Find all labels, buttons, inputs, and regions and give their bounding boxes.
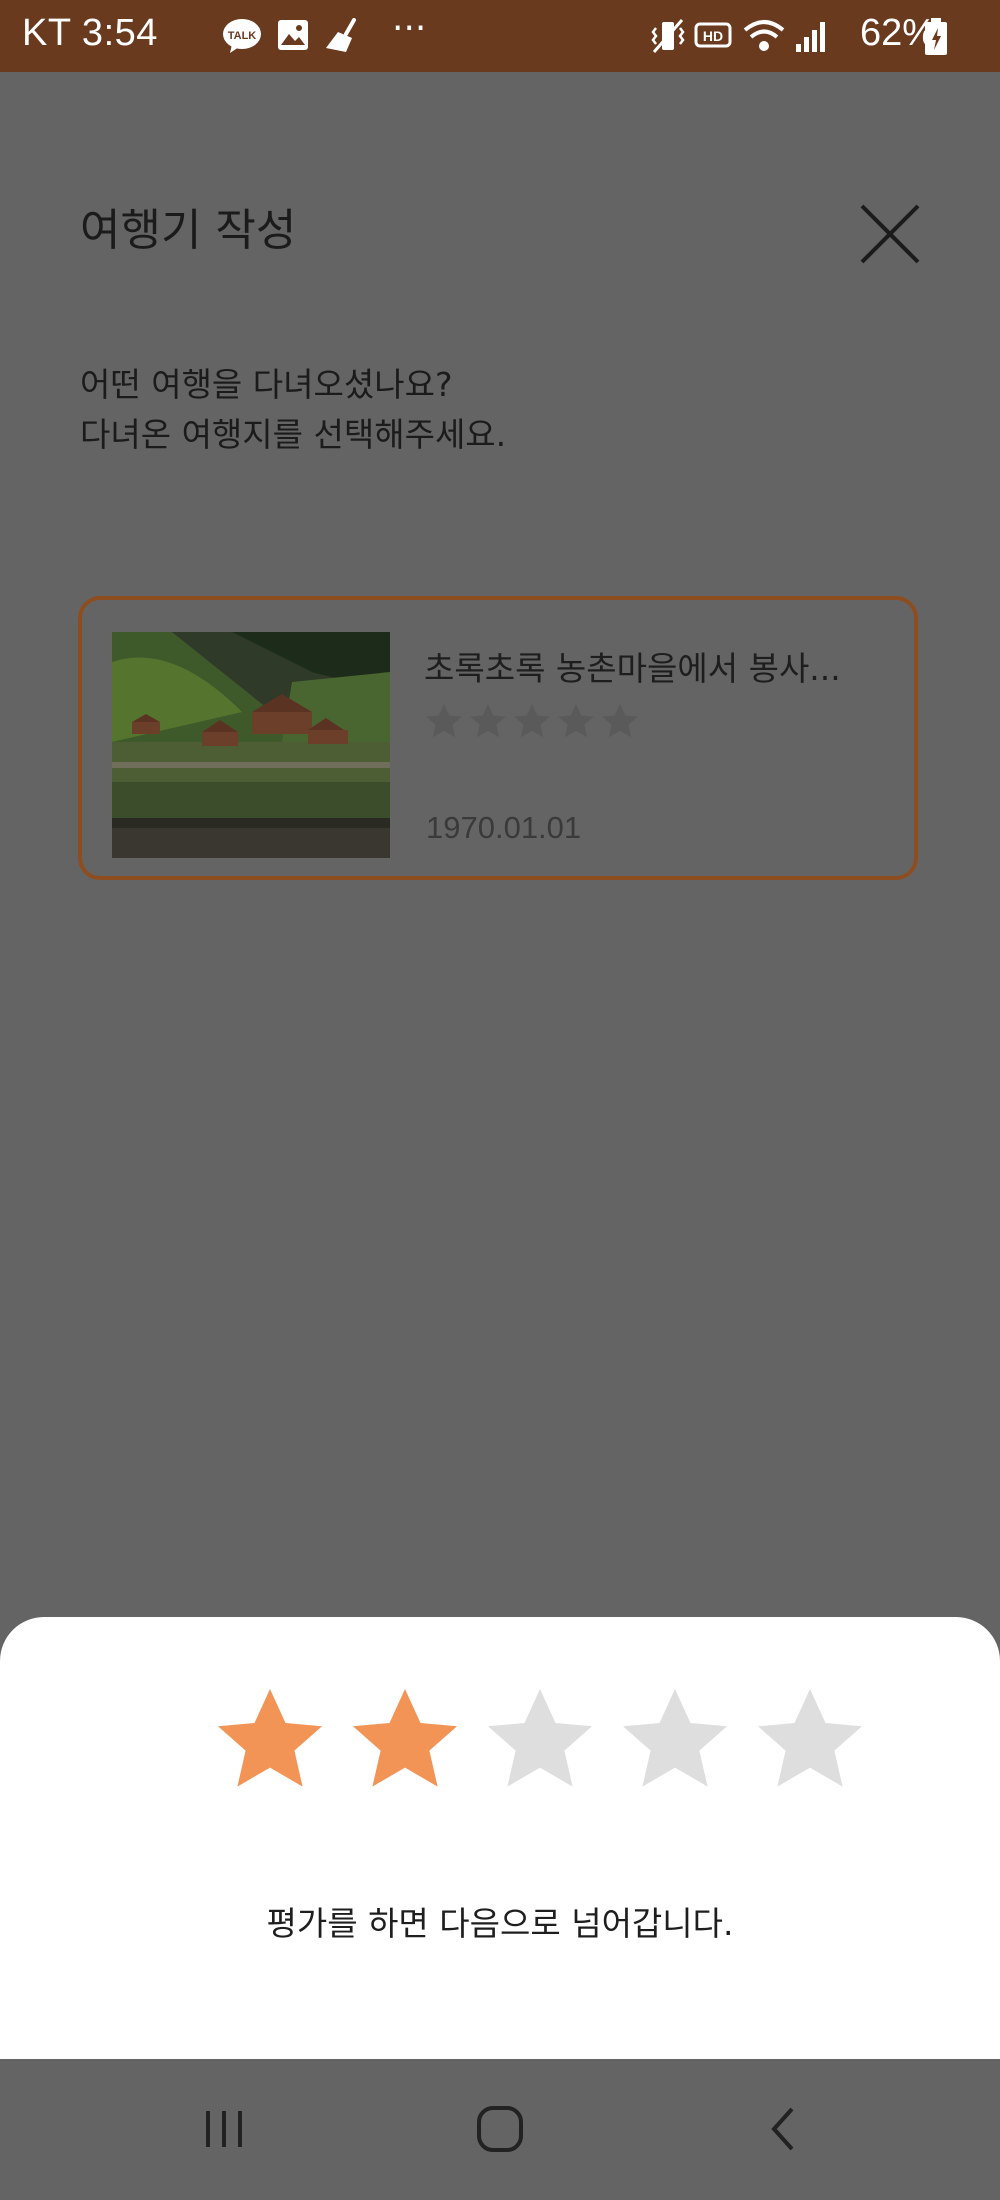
trip-date: 1970.01.01 xyxy=(426,810,582,845)
signal-icon xyxy=(796,22,825,52)
battery-icon xyxy=(925,18,947,55)
vibrate-icon xyxy=(651,19,685,53)
prompt-line-2: 다녀온 여행지를 선택해주세요. xyxy=(80,415,507,454)
rating-star-1[interactable] xyxy=(210,1685,330,1805)
more-notifications: ··· xyxy=(392,8,427,49)
rating-star-5[interactable] xyxy=(750,1685,870,1805)
back-icon[interactable] xyxy=(754,2099,814,2159)
rating-star-4[interactable] xyxy=(615,1685,735,1805)
trip-star-4 xyxy=(558,704,594,738)
trip-star-3 xyxy=(514,704,550,738)
wifi-icon xyxy=(743,20,785,51)
rating-star-2[interactable] xyxy=(345,1685,465,1805)
carrier-time: KT 3:54 xyxy=(22,12,158,54)
trip-log-page: 여행기 작성 어떤 여행을 다녀오셨나요? 다녀온 여행지를 선택해주세요. 초… xyxy=(0,72,1000,1617)
prompt-text: 어떤 여행을 다녀오셨나요? 다녀온 여행지를 선택해주세요. xyxy=(80,360,506,460)
recents-icon[interactable] xyxy=(194,2099,254,2159)
home-icon[interactable] xyxy=(470,2099,530,2159)
broom-icon xyxy=(326,18,356,52)
gallery-icon xyxy=(278,20,308,50)
page-title: 여행기 작성 xyxy=(80,205,297,256)
hd-voice-icon: HD xyxy=(694,22,732,48)
prompt-line-1: 어떤 여행을 다녀오셨나요? xyxy=(80,365,453,404)
rating-bottom-sheet: 평가를 하면 다음으로 넘어갑니다. xyxy=(0,1617,1000,2059)
trip-thumbnail xyxy=(112,632,390,858)
trip-star-5 xyxy=(602,704,638,738)
trip-card[interactable]: 초록초록 농촌마을에서 봉사... 1970.01.01 xyxy=(78,596,918,880)
talk-badge: TALK xyxy=(228,30,257,42)
close-icon[interactable] xyxy=(856,200,924,268)
status-bar: KT 3:54 TALK ··· HD 62% xyxy=(0,0,1000,72)
trip-star-2 xyxy=(470,704,506,738)
rating-star-3[interactable] xyxy=(480,1685,600,1805)
navigation-bar xyxy=(0,2059,1000,2200)
trip-rating-stars xyxy=(426,704,638,738)
rating-instruction: 평가를 하면 다음으로 넘어갑니다. xyxy=(266,1904,734,1943)
trip-star-1 xyxy=(426,704,462,738)
hd-badge: HD xyxy=(703,28,723,44)
kakaotalk-icon: TALK xyxy=(223,19,261,53)
star-rating[interactable] xyxy=(210,1685,870,1805)
trip-title: 초록초록 농촌마을에서 봉사... xyxy=(424,649,841,688)
